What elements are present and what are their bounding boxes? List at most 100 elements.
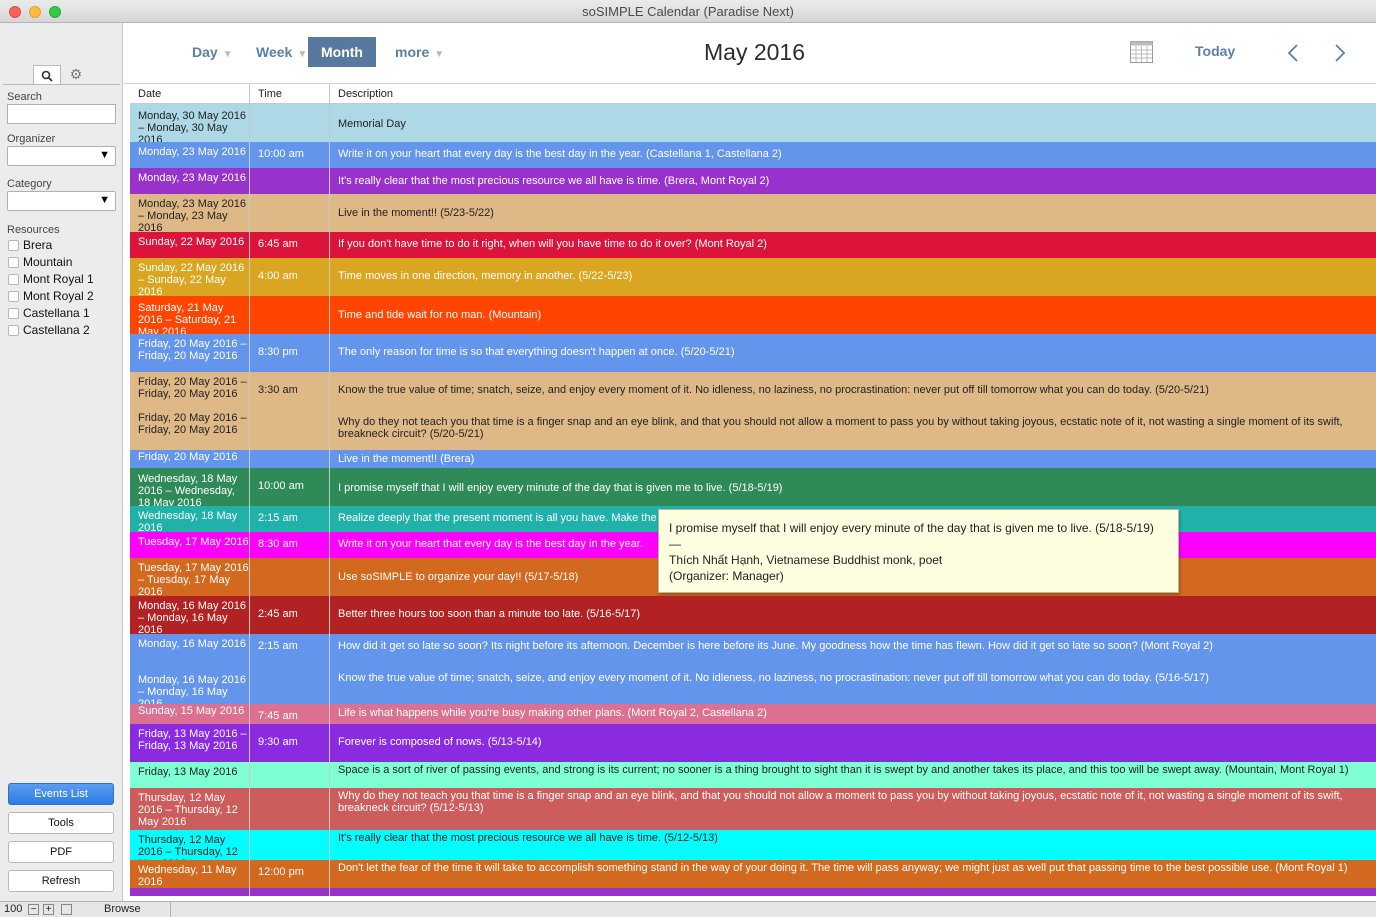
resources-label: Resources <box>7 224 60 236</box>
row-description: Memorial Day <box>338 118 406 130</box>
resource-checkbox-brera[interactable]: Brera <box>8 237 52 253</box>
table-row[interactable]: Monday, 23 May 2016 10:00 am Write it on y… <box>130 142 1376 168</box>
table-row[interactable]: Saturday, 21 May 2016 – Saturday, 21 May… <box>130 296 1376 334</box>
table-row[interactable]: Sunday, 22 May 2016 – Sunday, 22 May 201… <box>130 258 1376 296</box>
row-description: Don't let the fear of the time it will t… <box>338 862 1348 874</box>
chevron-down-icon: ▼ <box>297 49 308 60</box>
chevron-right-icon[interactable] <box>1334 43 1346 63</box>
row-description: It's really clear that the most precious… <box>338 175 770 187</box>
table-row[interactable]: Sunday, 15 May 2016 7:45 am Life is what h… <box>130 704 1376 724</box>
row-time: 2:45 am <box>258 608 298 620</box>
table-row[interactable]: Wednesday, 18 May 2016 – Wednesday, 18 M… <box>130 468 1376 506</box>
checkbox[interactable] <box>8 307 19 319</box>
column-header-date[interactable]: Date <box>138 88 161 100</box>
table-row[interactable] <box>130 888 1376 896</box>
checkbox[interactable] <box>8 324 19 336</box>
table-row[interactable]: Monday, 23 May 2016 It's really clear tha… <box>130 168 1376 194</box>
refresh-button[interactable]: Refresh <box>8 870 114 892</box>
close-window-button[interactable] <box>9 6 21 18</box>
settings-tab[interactable]: ⚙ <box>62 65 90 85</box>
period-title: May 2016 <box>704 39 806 65</box>
pdf-button[interactable]: PDF <box>8 841 114 863</box>
events-list-button[interactable]: Events List <box>8 783 114 805</box>
resource-checkbox-castellana-1[interactable]: Castellana 1 <box>8 305 90 321</box>
zoom-in-icon[interactable]: + <box>43 904 54 915</box>
organizer-label: Organizer <box>7 133 56 145</box>
checkbox[interactable] <box>8 273 19 285</box>
chevron-left-icon[interactable] <box>1287 43 1299 63</box>
row-time: 4:00 am <box>258 270 298 282</box>
resource-checkbox-castellana-2[interactable]: Castellana 2 <box>8 322 90 338</box>
table-row[interactable]: Monday, 16 May 2016 2:15 am How did it get… <box>130 634 1376 704</box>
gear-icon: ⚙ <box>69 66 83 82</box>
table-row[interactable]: Monday, 23 May 2016 – Monday, 23 May 201… <box>130 194 1376 232</box>
row-date: Friday, 13 May 2016 <box>138 766 238 778</box>
tools-button[interactable]: Tools <box>8 812 114 834</box>
column-header-time[interactable]: Time <box>258 88 282 100</box>
row-time: 7:45 am <box>258 710 298 722</box>
row-date: Sunday, 22 May 2016 – Sunday, 22 May 201… <box>138 262 245 296</box>
resource-checkbox-mountain[interactable]: Mountain <box>8 254 72 270</box>
column-divider <box>329 84 330 896</box>
checkbox[interactable] <box>8 290 19 302</box>
table-row[interactable]: Friday, 20 May 2016 Live in the moment!! … <box>130 450 1376 468</box>
row-description: Time moves in one direction, memory in a… <box>338 270 633 282</box>
row-time: 9:30 am <box>258 736 298 748</box>
row-description: Know the true value of time; snatch, sei… <box>338 384 1209 396</box>
table-row[interactable]: Friday, 13 May 2016 – Friday, 13 May 201… <box>130 724 1376 762</box>
table-row[interactable]: Friday, 20 May 2016 – Friday, 20 May 201… <box>130 372 1376 450</box>
category-select[interactable]: ▼ <box>7 191 116 211</box>
checkbox[interactable] <box>8 256 19 268</box>
zoom-out-icon[interactable]: − <box>28 904 39 915</box>
row-date: Tuesday, 17 May 2016 <box>138 536 249 548</box>
calendar-grid-icon[interactable] <box>1130 41 1153 63</box>
today-button[interactable]: Today <box>1195 36 1235 66</box>
minimize-window-button[interactable] <box>29 6 41 18</box>
search-icon <box>41 70 53 82</box>
table-row[interactable]: Friday, 13 May 2016 Space is a sort of ri… <box>130 762 1376 788</box>
layout-toggle-icon[interactable] <box>61 904 72 915</box>
month-view-button[interactable]: Month <box>308 37 376 67</box>
table-row[interactable]: Thursday, 12 May 2016 – Thursday, 12 May… <box>130 830 1376 860</box>
zoom-level[interactable]: 100 <box>4 903 22 915</box>
event-tooltip: I promise myself that I will enjoy every… <box>658 509 1179 593</box>
tooltip-text: I promise myself that I will enjoy every… <box>669 521 1154 535</box>
week-view-button[interactable]: Week ▼ <box>256 37 307 67</box>
chevron-down-icon: ▼ <box>222 49 233 60</box>
title-bar: soSIMPLE Calendar (Paradise Next) <box>0 0 1376 23</box>
row-time: 10:00 am <box>258 148 304 160</box>
checkbox[interactable] <box>8 239 19 251</box>
organizer-select[interactable]: ▼ <box>7 146 116 166</box>
table-row[interactable]: Wednesday, 11 May 2016 12:00 pm Don't let … <box>130 860 1376 888</box>
status-divider <box>170 902 171 917</box>
row-date: Monday, 16 May 2016 <box>138 638 247 650</box>
table-row[interactable]: Friday, 20 May 2016 – Friday, 20 May 201… <box>130 334 1376 372</box>
resource-checkbox-mont-royal-1[interactable]: Mont Royal 1 <box>8 271 94 287</box>
more-button[interactable]: more ▼ <box>395 37 444 67</box>
row-description: Live in the moment!! (Brera) <box>338 453 475 465</box>
row-date: Wednesday, 18 May 2016 <box>138 510 238 532</box>
table-row[interactable]: Monday, 16 May 2016 – Monday, 16 May 201… <box>130 596 1376 634</box>
resource-checkbox-mont-royal-2[interactable]: Mont Royal 2 <box>8 288 94 304</box>
row-date: Monday, 23 May 2016 <box>138 146 247 158</box>
row-description: Why do they not teach you that time is a… <box>338 790 1343 814</box>
row-date: Thursday, 12 May 2016 – Thursday, 12 May… <box>138 834 238 860</box>
table-row[interactable]: Monday, 30 May 2016 – Monday, 30 May 201… <box>130 104 1376 142</box>
day-view-button[interactable]: Day ▼ <box>192 37 233 67</box>
row-time: 2:15 am <box>258 640 298 652</box>
search-input[interactable] <box>7 104 116 124</box>
sidebar-divider <box>3 84 120 85</box>
table-row[interactable]: Sunday, 22 May 2016 6:45 am If you don't h… <box>130 232 1376 258</box>
table-row[interactable]: Thursday, 12 May 2016 – Thursday, 12 May… <box>130 788 1376 830</box>
row-date: Thursday, 12 May 2016 – Thursday, 12 May… <box>138 792 238 828</box>
row-date: Wednesday, 11 May 2016 <box>138 864 237 888</box>
tooltip-author: Thích Nhất Hạnh, Vietnamese Buddhist mon… <box>669 553 943 567</box>
maximize-window-button[interactable] <box>49 6 61 18</box>
column-header-description[interactable]: Description <box>338 88 393 100</box>
row-description: The only reason for time is so that ever… <box>338 346 735 358</box>
mode-label: Browse <box>104 903 141 915</box>
app-window: soSIMPLE Calendar (Paradise Next) ⚙ Sear… <box>0 0 1376 917</box>
search-tab[interactable] <box>33 65 61 85</box>
row-date: Friday, 13 May 2016 – Friday, 13 May 201… <box>138 728 247 752</box>
row-time: 6:45 am <box>258 238 298 250</box>
